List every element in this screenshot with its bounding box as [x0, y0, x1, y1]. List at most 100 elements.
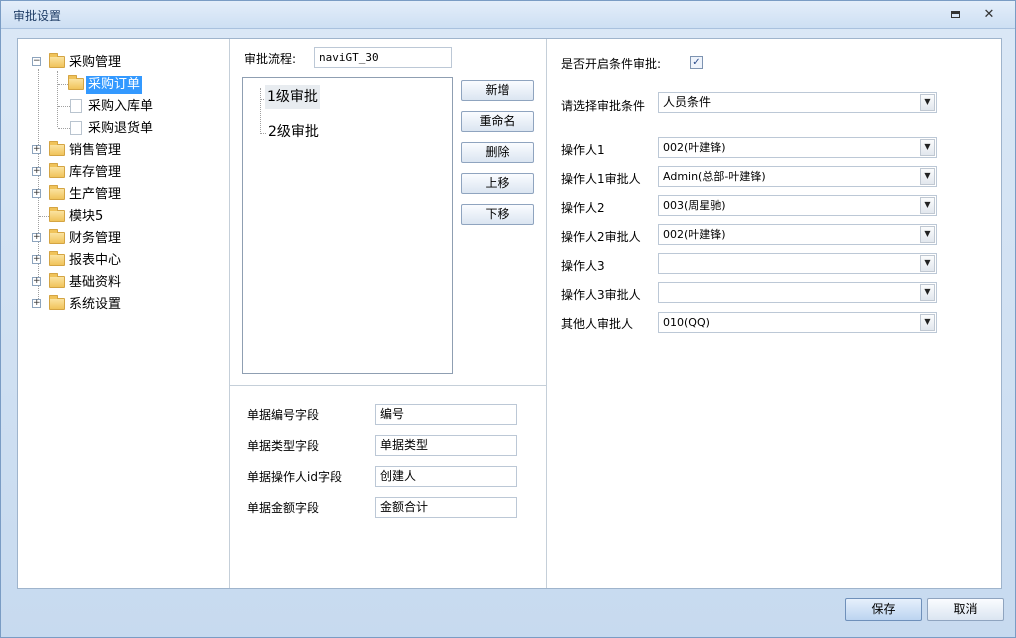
tree-item-label: 基础资料	[69, 275, 122, 290]
condition-section: 是否开启条件审批: ✓ 请选择审批条件 人员条件 ▼ 操作人1 002(叶建锋)…	[547, 39, 1002, 588]
folder-icon	[49, 295, 65, 310]
tree-item-finance[interactable]: + 财务管理	[32, 229, 222, 249]
delete-button[interactable]: 删除	[461, 142, 534, 163]
tree-item-label: 采购退货单	[88, 121, 154, 136]
flow-section: 审批流程: naviGT_30 1级审批 2级审批 新增 重命名 删除 上移 下…	[230, 39, 546, 385]
doc-amount-field-input[interactable]: 金额合计	[375, 497, 517, 518]
doc-type-field-input[interactable]: 单据类型	[375, 435, 517, 456]
tree-item-purchase[interactable]: − 采购管理	[32, 53, 222, 73]
select-value: 人员条件	[663, 95, 712, 109]
minimize-icon	[950, 11, 960, 18]
tree-item-label: 生产管理	[69, 187, 122, 202]
tree-item-sales[interactable]: + 销售管理	[32, 141, 222, 161]
tree-item-production[interactable]: + 生产管理	[32, 185, 222, 205]
flow-level-list[interactable]: 1级审批 2级审批	[242, 77, 453, 374]
tree-item-reports[interactable]: + 报表中心	[32, 251, 222, 271]
doc-operator-field-input[interactable]: 创建人	[375, 466, 517, 487]
tree-item-base-data[interactable]: + 基础资料	[32, 273, 222, 293]
select-value: 010(QQ)	[663, 316, 710, 329]
tree-item-label: 采购订单	[86, 76, 143, 94]
flow-name-input[interactable]: naviGT_30	[314, 47, 452, 68]
move-down-button[interactable]: 下移	[461, 204, 534, 225]
move-up-button[interactable]: 上移	[461, 173, 534, 194]
folder-open-icon	[68, 75, 84, 90]
close-button[interactable]: ✕	[979, 6, 999, 24]
chevron-down-icon[interactable]: ▼	[920, 226, 935, 243]
chevron-down-icon[interactable]: ▼	[920, 94, 935, 111]
tree-item-purchase-receipt[interactable]: 采购入库单	[68, 97, 218, 117]
tree-item-label: 采购入库单	[88, 99, 154, 114]
folder-icon	[49, 141, 65, 156]
operator3-label: 操作人3	[561, 259, 605, 273]
minimize-button[interactable]	[945, 6, 965, 24]
rename-button[interactable]: 重命名	[461, 111, 534, 132]
tree-item-label: 系统设置	[69, 297, 122, 312]
operator2-approver-select[interactable]: 002(叶建锋) ▼	[658, 224, 937, 245]
add-button[interactable]: 新增	[461, 80, 534, 101]
doc-number-field-label: 单据编号字段	[247, 408, 320, 422]
checkmark-icon: ✓	[692, 57, 701, 68]
tree-item-purchase-order[interactable]: 采购订单	[68, 75, 218, 95]
tree-line	[260, 133, 266, 134]
select-value: 002(叶建锋)	[663, 228, 726, 241]
operator1-select[interactable]: 002(叶建锋) ▼	[658, 137, 937, 158]
collapse-icon[interactable]: −	[32, 57, 41, 66]
document-icon	[70, 99, 82, 113]
window-title: 审批设置	[13, 9, 62, 23]
cancel-button[interactable]: 取消	[927, 598, 1004, 621]
folder-icon	[49, 207, 65, 222]
tree-item-label: 财务管理	[69, 231, 122, 246]
folder-icon	[49, 251, 65, 266]
tree-line	[260, 88, 261, 134]
other-approver-select[interactable]: 010(QQ) ▼	[658, 312, 937, 333]
operator2-approver-label: 操作人2审批人	[561, 230, 641, 244]
expand-icon[interactable]: +	[32, 167, 41, 176]
doc-number-field-input[interactable]: 编号	[375, 404, 517, 425]
condition-type-select[interactable]: 人员条件 ▼	[658, 92, 937, 113]
approval-settings-window: 审批设置 ✕ − 采购管理 采购订单 采购入库单 采购退货单 + 销售管理 + …	[0, 0, 1016, 638]
expand-icon[interactable]: +	[32, 255, 41, 264]
operator3-approver-select[interactable]: ▼	[658, 282, 937, 303]
chevron-down-icon[interactable]: ▼	[920, 139, 935, 156]
tree-item-system-settings[interactable]: + 系统设置	[32, 295, 222, 315]
folder-icon	[49, 163, 65, 178]
field-mapping-section: 单据编号字段 编号 单据类型字段 单据类型 单据操作人id字段 创建人 单据金额…	[230, 386, 546, 589]
tree-item-purchase-return[interactable]: 采购退货单	[68, 119, 218, 139]
expand-icon[interactable]: +	[32, 299, 41, 308]
operator3-approver-label: 操作人3审批人	[561, 288, 641, 302]
expand-icon[interactable]: +	[32, 277, 41, 286]
doc-amount-field-label: 单据金额字段	[247, 501, 320, 515]
save-button[interactable]: 保存	[845, 598, 922, 621]
tree-item-module5[interactable]: 模块5	[32, 207, 222, 227]
operator1-approver-select[interactable]: Admin(总部-叶建锋) ▼	[658, 166, 937, 187]
expand-icon[interactable]: +	[32, 145, 41, 154]
chevron-down-icon[interactable]: ▼	[920, 168, 935, 185]
flow-name-label: 审批流程:	[244, 52, 297, 66]
folder-icon	[49, 53, 65, 68]
expand-icon[interactable]: +	[32, 189, 41, 198]
tree-item-label: 采购管理	[69, 55, 122, 70]
operator2-select[interactable]: 003(周星驰) ▼	[658, 195, 937, 216]
operator3-select[interactable]: ▼	[658, 253, 937, 274]
chevron-down-icon[interactable]: ▼	[920, 314, 935, 331]
expand-icon[interactable]: +	[32, 233, 41, 242]
flow-level-item[interactable]: 1级审批	[265, 85, 320, 109]
folder-icon	[49, 229, 65, 244]
folder-icon	[49, 273, 65, 288]
tree-item-label: 销售管理	[69, 143, 122, 158]
folder-icon	[49, 185, 65, 200]
operator1-approver-label: 操作人1审批人	[561, 172, 641, 186]
chevron-down-icon[interactable]: ▼	[920, 197, 935, 214]
condition-type-label: 请选择审批条件	[561, 99, 646, 113]
other-approver-label: 其他人审批人	[561, 317, 634, 331]
chevron-down-icon[interactable]: ▼	[920, 284, 935, 301]
chevron-down-icon[interactable]: ▼	[920, 255, 935, 272]
document-icon	[70, 121, 82, 135]
select-value: Admin(总部-叶建锋)	[663, 170, 766, 183]
enable-condition-label: 是否开启条件审批:	[561, 57, 662, 71]
tree-item-inventory[interactable]: + 库存管理	[32, 163, 222, 183]
enable-condition-checkbox[interactable]: ✓	[690, 56, 703, 69]
tree-item-label: 模块5	[69, 209, 104, 224]
flow-level-item[interactable]: 2级审批	[268, 120, 319, 144]
operator1-label: 操作人1	[561, 143, 605, 157]
